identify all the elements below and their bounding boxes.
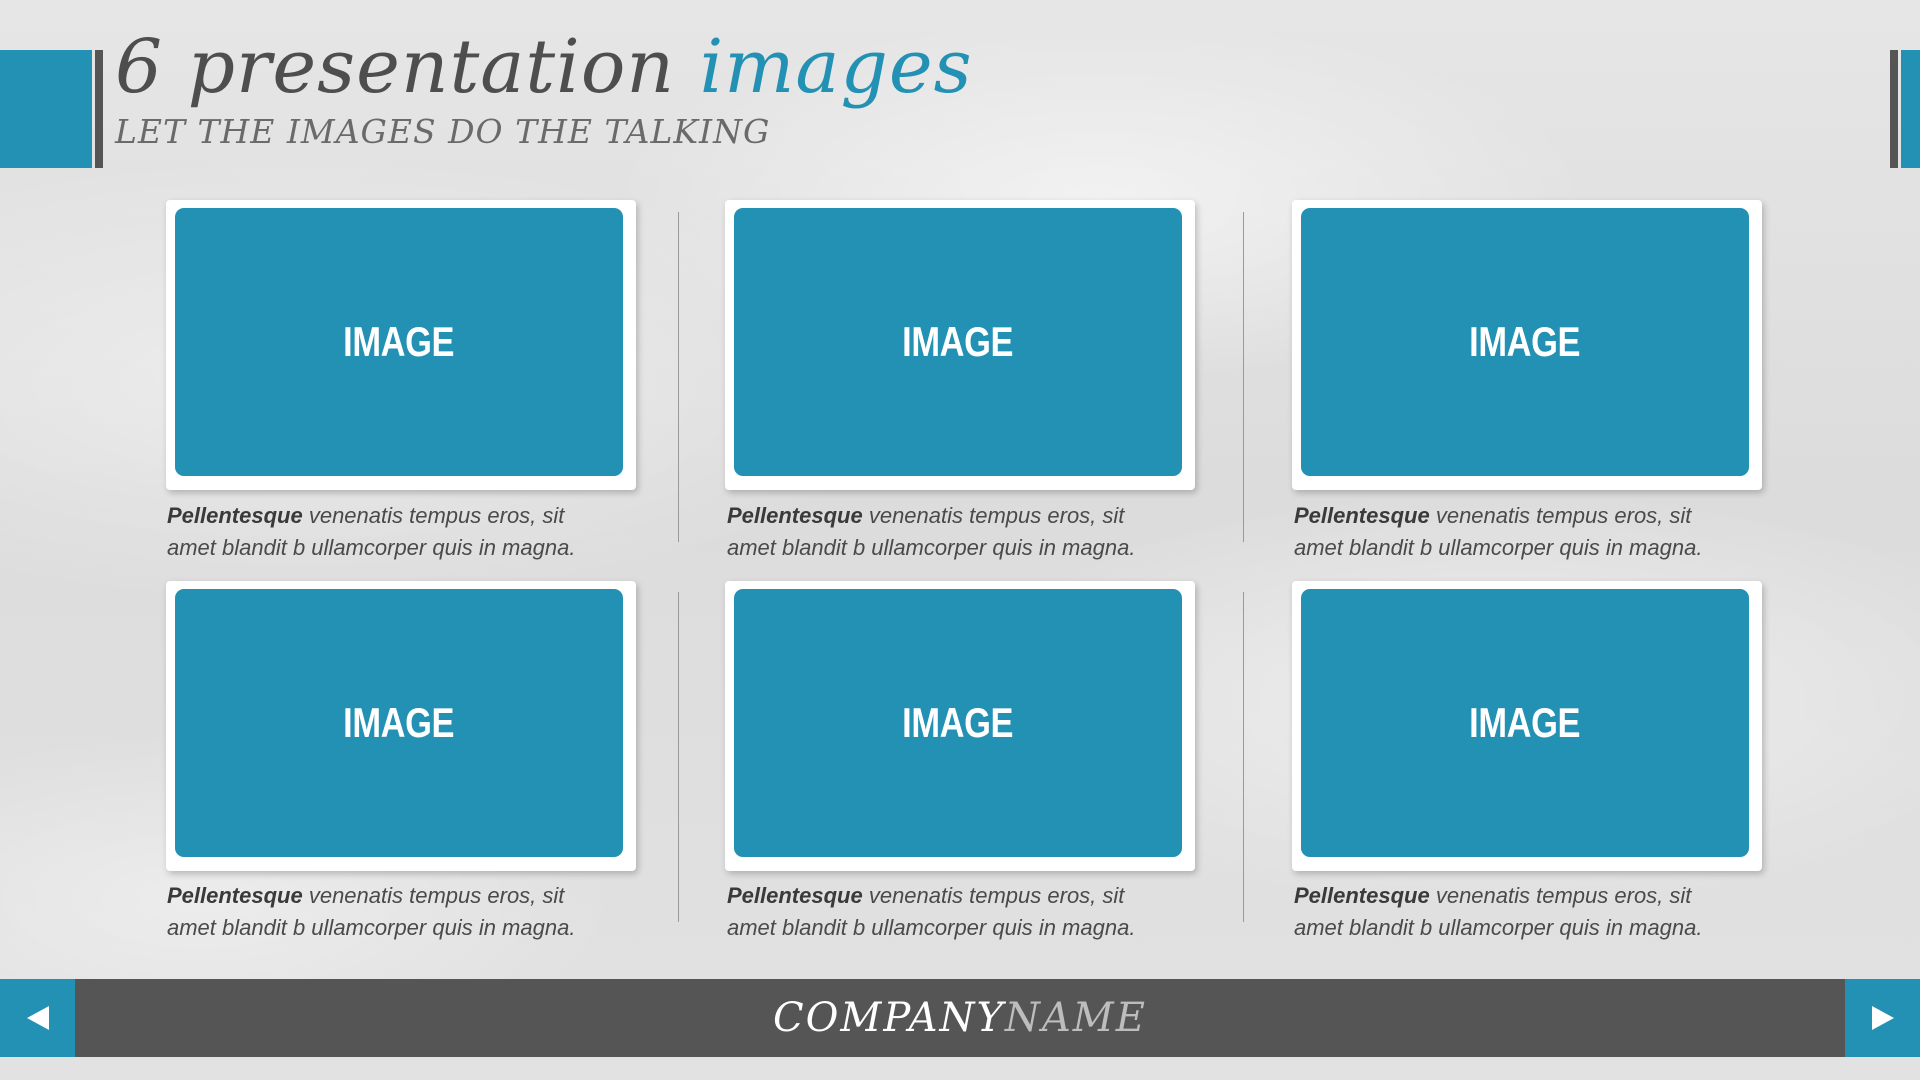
caption-bold: Pellentesque (1294, 503, 1430, 528)
image-placeholder-3[interactable]: IMAGE (1301, 208, 1749, 476)
company-name: COMPANY NAME (0, 979, 1920, 1057)
image-card-1[interactable]: IMAGE (166, 200, 636, 490)
image-label: IMAGE (902, 699, 1014, 746)
image-card-3[interactable]: IMAGE (1292, 200, 1762, 490)
caption-line2: amet blandit b ullamcorper quis in magna… (167, 535, 576, 560)
image-caption-2: Pellentesque venenatis tempus eros, sit a… (727, 500, 1247, 564)
image-caption-4: Pellentesque venenatis tempus eros, sit a… (167, 880, 687, 944)
caption-line2: amet blandit b ullamcorper quis in magna… (727, 915, 1136, 940)
caption-line2: amet blandit b ullamcorper quis in magna… (727, 535, 1136, 560)
slide-subtitle: LET THE IMAGES DO THE TALKING (115, 112, 771, 151)
image-label: IMAGE (1469, 699, 1581, 746)
column-divider (1243, 212, 1244, 542)
company-name-part1: COMPANY (773, 995, 1005, 1041)
image-placeholder-2[interactable]: IMAGE (734, 208, 1182, 476)
caption-bold: Pellentesque (167, 503, 303, 528)
triangle-right-icon (1871, 1006, 1894, 1030)
next-slide-button[interactable] (1845, 979, 1920, 1057)
slide-title: 6 presentation images (115, 22, 973, 112)
triangle-left-icon (26, 1006, 49, 1030)
image-label: IMAGE (902, 318, 1014, 365)
caption-bold: Pellentesque (1294, 883, 1430, 908)
caption-rest: venenatis tempus eros, sit (1429, 503, 1692, 528)
image-caption-6: Pellentesque venenatis tempus eros, sit a… (1294, 880, 1814, 944)
caption-rest: venenatis tempus eros, sit (1429, 883, 1692, 908)
caption-line2: amet blandit b ullamcorper quis in magna… (1294, 915, 1703, 940)
previous-slide-button[interactable] (0, 979, 75, 1057)
caption-line2: amet blandit b ullamcorper quis in magna… (167, 915, 576, 940)
image-card-2[interactable]: IMAGE (725, 200, 1195, 490)
caption-rest: venenatis tempus eros, sit (862, 503, 1125, 528)
header-divider-bar-left (95, 50, 103, 168)
column-divider (678, 212, 679, 542)
image-card-4[interactable]: IMAGE (166, 581, 636, 871)
company-name-part2: NAME (1004, 995, 1147, 1041)
column-divider (678, 592, 679, 922)
header-accent-block-right (1901, 50, 1920, 168)
slide-title-main: 6 presentation (115, 24, 700, 110)
image-card-6[interactable]: IMAGE (1292, 581, 1762, 871)
caption-rest: venenatis tempus eros, sit (302, 503, 565, 528)
image-placeholder-6[interactable]: IMAGE (1301, 589, 1749, 857)
slide-title-accent: images (699, 24, 973, 110)
image-caption-5: Pellentesque venenatis tempus eros, sit a… (727, 880, 1247, 944)
image-placeholder-4[interactable]: IMAGE (175, 589, 623, 857)
image-card-5[interactable]: IMAGE (725, 581, 1195, 871)
caption-bold: Pellentesque (727, 883, 863, 908)
caption-bold: Pellentesque (167, 883, 303, 908)
image-caption-1: Pellentesque venenatis tempus eros, sit a… (167, 500, 687, 564)
caption-bold: Pellentesque (727, 503, 863, 528)
caption-rest: venenatis tempus eros, sit (302, 883, 565, 908)
image-placeholder-5[interactable]: IMAGE (734, 589, 1182, 857)
image-label: IMAGE (1469, 318, 1581, 365)
caption-line2: amet blandit b ullamcorper quis in magna… (1294, 535, 1703, 560)
image-caption-3: Pellentesque venenatis tempus eros, sit a… (1294, 500, 1814, 564)
column-divider (1243, 592, 1244, 922)
header-divider-bar-right (1890, 50, 1898, 168)
caption-rest: venenatis tempus eros, sit (862, 883, 1125, 908)
image-placeholder-1[interactable]: IMAGE (175, 208, 623, 476)
image-label: IMAGE (343, 318, 455, 365)
image-label: IMAGE (343, 699, 455, 746)
header-accent-block-left (0, 50, 92, 168)
